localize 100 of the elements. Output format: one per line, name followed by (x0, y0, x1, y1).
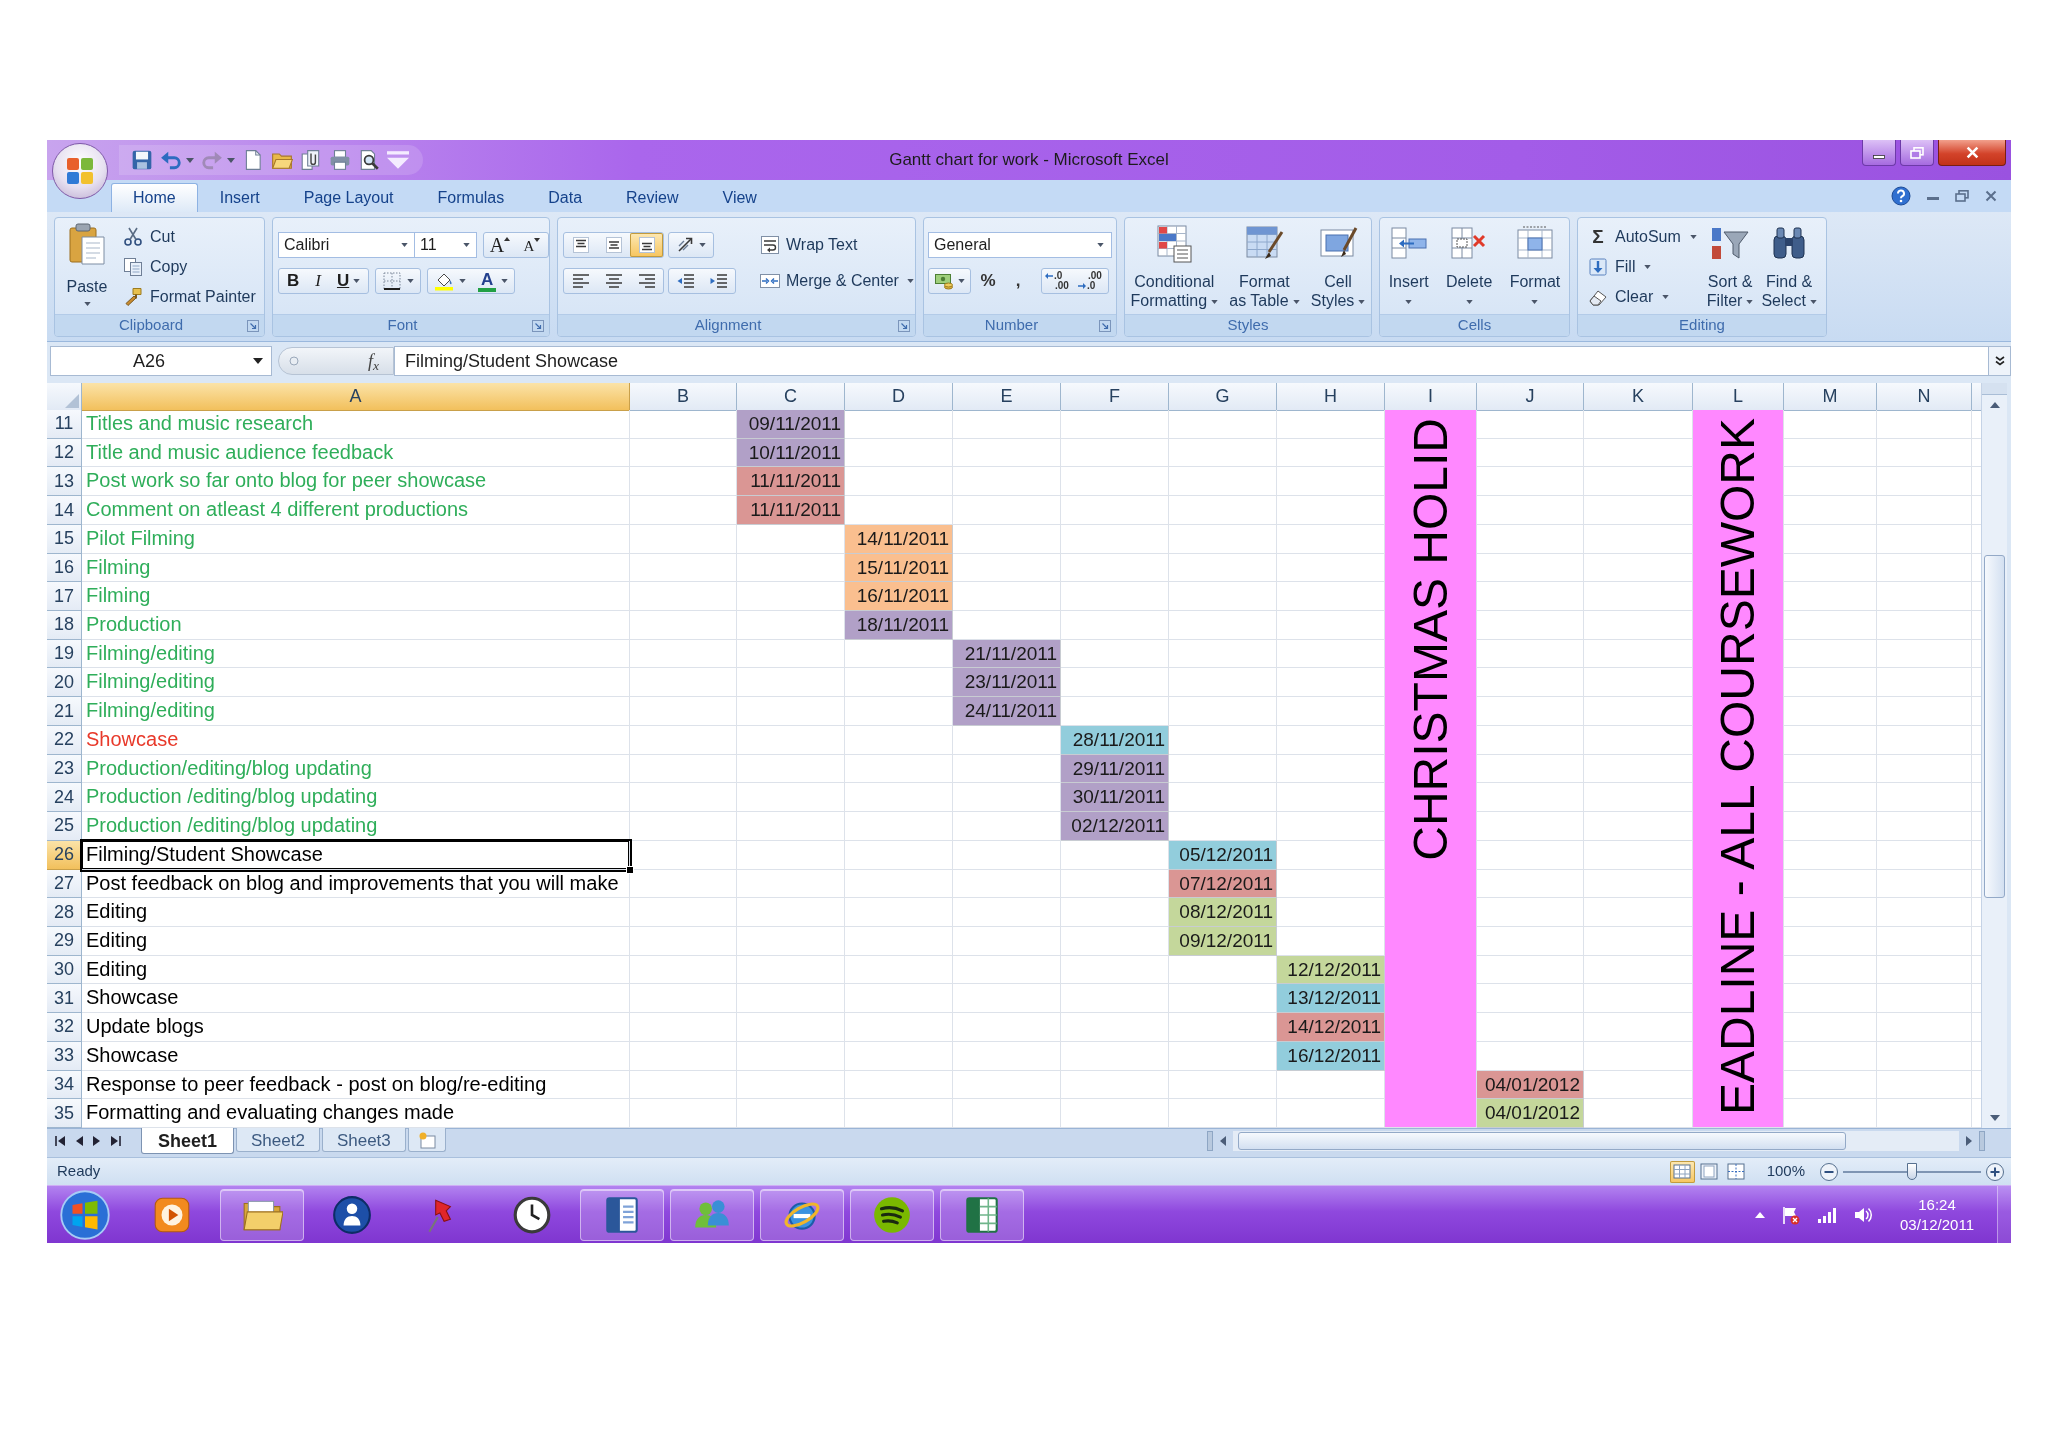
taskbar-button[interactable] (580, 1188, 664, 1241)
row-header[interactable]: 30 (47, 955, 82, 985)
font-size-field[interactable]: 11 (415, 232, 477, 258)
undo-icon[interactable] (160, 149, 182, 171)
orientation-button[interactable] (668, 232, 714, 258)
dialog-launcher-icon[interactable] (898, 319, 910, 332)
font-color-button[interactable]: A (472, 269, 515, 293)
ribbon-tab[interactable]: Data (526, 183, 605, 212)
fill-handle[interactable] (626, 865, 634, 874)
increase-decimal-button[interactable]: .0 .00 (1042, 269, 1075, 293)
restore-icon[interactable] (1955, 190, 1969, 202)
format-painter-button[interactable]: Format Painter (119, 282, 260, 312)
comma-button[interactable]: , (1005, 268, 1031, 294)
forward-triangle-icon[interactable] (93, 1136, 101, 1146)
column-header[interactable]: L (1693, 383, 1784, 411)
underline-button[interactable]: U (328, 269, 369, 293)
row-header[interactable]: 28 (47, 898, 82, 927)
view-button[interactable] (1669, 1160, 1695, 1183)
clear-button[interactable]: Clear (1584, 282, 1701, 312)
italic-button[interactable]: I (307, 269, 329, 293)
insert-button[interactable]: Insert (1384, 220, 1433, 304)
column-header[interactable]: B (630, 383, 737, 411)
accounting-format-button[interactable] (928, 268, 971, 294)
close-icon[interactable] (1985, 190, 1997, 202)
ribbon-tab[interactable]: Page Layout (281, 183, 416, 212)
speaker-icon[interactable] (1853, 1205, 1873, 1224)
insert-function-button[interactable]: f$_{x}$ (278, 347, 394, 375)
sheet-tab[interactable]: Sheet2 (236, 1128, 320, 1152)
row-header[interactable]: 31 (47, 984, 82, 1014)
row-header[interactable]: 12 (47, 438, 82, 468)
skip-back-icon[interactable] (55, 1136, 65, 1146)
column-header[interactable]: E (953, 383, 1061, 411)
up-triangle-icon[interactable] (1755, 1211, 1765, 1218)
row-header[interactable]: 22 (47, 725, 82, 755)
caret-icon[interactable] (253, 358, 263, 364)
close-window-button[interactable] (1938, 140, 2006, 166)
row-header[interactable]: 34 (47, 1070, 82, 1100)
back-triangle-icon[interactable] (75, 1136, 83, 1146)
printer-icon[interactable] (329, 149, 351, 171)
column-header[interactable]: H (1277, 383, 1385, 411)
row-header[interactable]: 27 (47, 869, 82, 899)
copy-button[interactable]: Copy (119, 252, 260, 282)
document-magnifier-icon[interactable] (358, 149, 380, 171)
dialog-launcher-icon[interactable] (247, 319, 259, 332)
format-button[interactable]: Format (1505, 220, 1565, 304)
row-header[interactable]: 35 (47, 1099, 82, 1128)
paste-button[interactable]: Paste (57, 222, 117, 314)
skip-forward-icon[interactable] (111, 1136, 121, 1146)
row-header[interactable]: 29 (47, 926, 82, 956)
ribbon-tab[interactable]: Insert (197, 183, 282, 212)
ribbon-tab[interactable]: Formulas (415, 183, 527, 212)
row-header[interactable]: 11 (47, 410, 82, 439)
row-header[interactable]: 23 (47, 754, 82, 784)
column-header[interactable]: I (1385, 383, 1477, 411)
attachment-icon[interactable] (300, 149, 322, 171)
ribbon-tab[interactable]: Home (111, 183, 198, 212)
cell-styles-button[interactable]: Cell Styles (1306, 220, 1370, 310)
column-header[interactable]: M (1784, 383, 1877, 411)
zoom-slider-track[interactable] (1843, 1161, 1981, 1182)
scroll-thumb[interactable] (1238, 1132, 1846, 1150)
scroll-thumb[interactable] (1984, 555, 2005, 898)
delete-button[interactable]: Delete (1442, 220, 1497, 304)
column-header[interactable]: N (1877, 383, 1972, 411)
column-header[interactable]: A (82, 383, 630, 411)
fill-button[interactable]: Fill (1584, 252, 1701, 282)
row-header[interactable]: 33 (47, 1041, 82, 1071)
row-header[interactable]: 13 (47, 467, 82, 497)
ribbon-tab[interactable]: View (700, 183, 779, 212)
row-header[interactable]: 32 (47, 1013, 82, 1042)
font-name-field[interactable]: Calibri (278, 232, 415, 258)
split-handle[interactable] (1982, 383, 2007, 395)
number-format-dropdown[interactable]: General (928, 232, 1112, 258)
minimize-window-button[interactable] (1862, 140, 1896, 166)
format-table-button[interactable]: Format as Table (1225, 220, 1304, 310)
row-header[interactable]: 24 (47, 783, 82, 813)
row-header[interactable]: 17 (47, 582, 82, 612)
row-header[interactable]: 16 (47, 553, 82, 583)
find-select-button[interactable]: Find & Select (1759, 222, 1819, 310)
expand-formula-button[interactable] (1989, 346, 2011, 376)
name-box[interactable]: A26 (50, 346, 272, 376)
restore-window-button[interactable] (1900, 140, 1934, 166)
percent-button[interactable]: % (975, 268, 1001, 294)
flag-icon[interactable] (1781, 1204, 1801, 1225)
row-header[interactable]: 14 (47, 496, 82, 525)
ribbon-tab[interactable]: Review (604, 183, 701, 212)
help-icon[interactable] (1891, 186, 1911, 206)
cut-button[interactable]: Cut (119, 222, 260, 252)
row-header[interactable]: 18 (47, 611, 82, 640)
grow-font-button[interactable]: A (484, 233, 516, 257)
minimize-icon[interactable] (1927, 197, 1939, 201)
signal-bars-icon[interactable] (1817, 1206, 1837, 1223)
split-handle[interactable] (1207, 1131, 1213, 1151)
row-header[interactable]: 15 (47, 524, 82, 554)
zoom-out-icon[interactable] (1819, 1161, 1839, 1182)
wrap-text-button[interactable]: Wrap Text (756, 230, 915, 260)
row-header[interactable]: 20 (47, 668, 82, 698)
merge-center-button[interactable]: Merge & Center (756, 266, 915, 296)
sheet-tab[interactable]: Sheet3 (321, 1128, 406, 1152)
autosum-button[interactable]: Σ AutoSum (1584, 222, 1701, 252)
split-handle[interactable] (1979, 1131, 1985, 1151)
